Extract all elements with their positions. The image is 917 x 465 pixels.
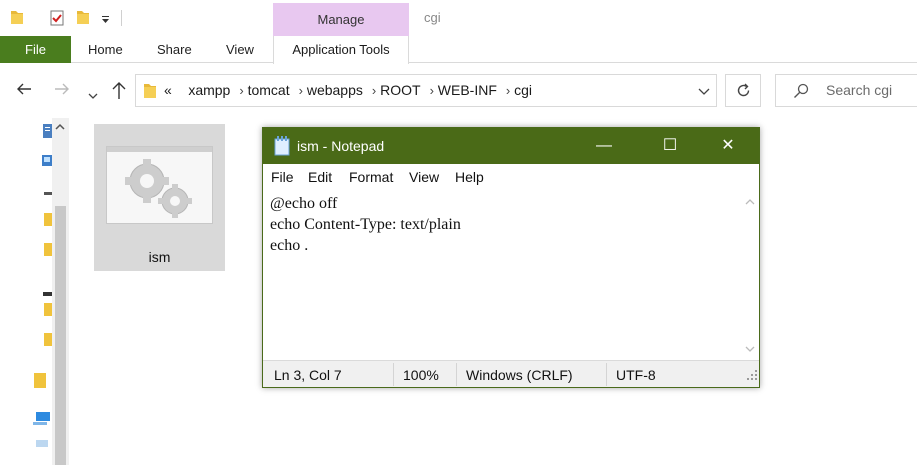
file-item-ism[interactable]: ism: [94, 124, 225, 271]
quick-access-toolbar: Manage cgi: [0, 0, 917, 36]
toolbar-separator: [121, 10, 122, 26]
manage-contextual-tab: Manage: [273, 3, 409, 36]
tab-application-tools[interactable]: Application Tools: [273, 36, 409, 64]
back-arrow-icon[interactable]: [15, 80, 33, 102]
notepad-menu-bar: File Edit Format View Help: [263, 164, 759, 190]
line-ending: Windows (CRLF): [466, 367, 573, 383]
refresh-icon: [735, 82, 752, 102]
text-line: @echo off: [270, 195, 338, 212]
text-line: echo Content-Type: text/plain: [270, 216, 461, 233]
notepad-window: ism - Notepad — ☐ ✕ File Edit Format Vie…: [262, 127, 760, 388]
text-line: echo .: [270, 237, 309, 254]
scroll-down-arrow-icon[interactable]: [745, 344, 755, 356]
customize-toolbar-dropdown-icon[interactable]: [101, 12, 110, 27]
navigation-pane-scrollbar[interactable]: [52, 118, 69, 465]
navigation-pane: [0, 118, 72, 465]
folder-icon[interactable]: [44, 302, 52, 319]
window-title: cgi: [424, 10, 441, 25]
folder-icon[interactable]: [44, 332, 52, 349]
tab-view[interactable]: View: [226, 36, 254, 63]
downloads-icon[interactable]: [44, 184, 52, 199]
close-button[interactable]: ✕: [705, 128, 751, 164]
network-icon[interactable]: [36, 438, 48, 453]
resize-grip-icon[interactable]: [747, 367, 757, 380]
maximize-button[interactable]: ☐: [647, 128, 693, 164]
scroll-up-arrow-icon[interactable]: [55, 122, 65, 133]
notepad-app-icon[interactable]: [274, 136, 290, 156]
properties-checkmark-icon[interactable]: [48, 9, 66, 30]
breadcrumb-item[interactable]: tomcat: [248, 82, 290, 98]
address-history-chevron-icon[interactable]: [698, 84, 710, 95]
breadcrumb: « xampp › tomcat › webapps › ROOT › WEB-INF ›…: [164, 82, 533, 98]
menu-format[interactable]: Format: [349, 169, 393, 185]
menu-file[interactable]: File: [271, 169, 294, 185]
minimize-button[interactable]: —: [581, 128, 627, 164]
zoom-level: 100%: [403, 367, 439, 383]
scroll-up-arrow-icon[interactable]: [745, 196, 755, 208]
address-bar[interactable]: « xampp › tomcat › webapps › ROOT › WEB-INF ›…: [135, 74, 717, 107]
menu-help[interactable]: Help: [455, 169, 484, 185]
menu-edit[interactable]: Edit: [308, 169, 332, 185]
folder-icon[interactable]: [44, 212, 52, 229]
breadcrumb-item[interactable]: ROOT: [380, 82, 420, 98]
up-arrow-icon[interactable]: [111, 80, 127, 104]
drive-icon[interactable]: [43, 284, 52, 299]
folder-icon[interactable]: [10, 9, 24, 28]
tab-share[interactable]: Share: [157, 36, 192, 63]
notepad-title-bar[interactable]: ism - Notepad — ☐ ✕: [263, 128, 759, 164]
folder-icon[interactable]: [34, 372, 46, 391]
cursor-position: Ln 3, Col 7: [274, 367, 342, 383]
ribbon-tabs: File Home Share View Application Tools: [0, 36, 917, 64]
breadcrumb-item[interactable]: WEB-INF: [438, 82, 497, 98]
file-thumbnail: [106, 146, 213, 224]
breadcrumb-item[interactable]: cgi: [514, 82, 532, 98]
search-icon: [793, 83, 809, 102]
menu-view[interactable]: View: [409, 169, 439, 185]
documents-icon[interactable]: [43, 124, 52, 141]
recent-locations-chevron-icon[interactable]: [88, 84, 98, 104]
new-folder-icon[interactable]: [76, 9, 90, 28]
breadcrumb-item[interactable]: webapps: [307, 82, 363, 98]
tab-file[interactable]: File: [0, 36, 71, 63]
notepad-text-area[interactable]: @echo off echo Content-Type: text/plain …: [263, 190, 741, 360]
navigation-bar: « xampp › tomcat › webapps › ROOT › WEB-INF ›…: [0, 72, 917, 108]
breadcrumb-item[interactable]: xampp: [188, 82, 230, 98]
file-name: ism: [148, 249, 171, 265]
search-placeholder: Search cgi: [826, 82, 893, 98]
notepad-vertical-scrollbar[interactable]: [741, 190, 759, 360]
encoding: UTF-8: [616, 367, 656, 383]
pictures-icon[interactable]: [42, 154, 52, 169]
notepad-title: ism - Notepad: [297, 138, 385, 154]
search-input[interactable]: Search cgi: [775, 74, 917, 107]
breadcrumb-overflow[interactable]: «: [164, 82, 172, 98]
tab-home[interactable]: Home: [88, 36, 123, 63]
refresh-button[interactable]: [725, 74, 761, 107]
folder-icon: [143, 82, 157, 102]
gears-icon: [125, 159, 197, 224]
folder-icon[interactable]: [44, 242, 52, 259]
forward-arrow-icon[interactable]: [53, 80, 71, 102]
this-pc-icon[interactable]: [33, 412, 50, 429]
scrollbar-thumb[interactable]: [55, 206, 66, 465]
notepad-status-bar: Ln 3, Col 7 100% Windows (CRLF) UTF-8: [263, 360, 759, 387]
